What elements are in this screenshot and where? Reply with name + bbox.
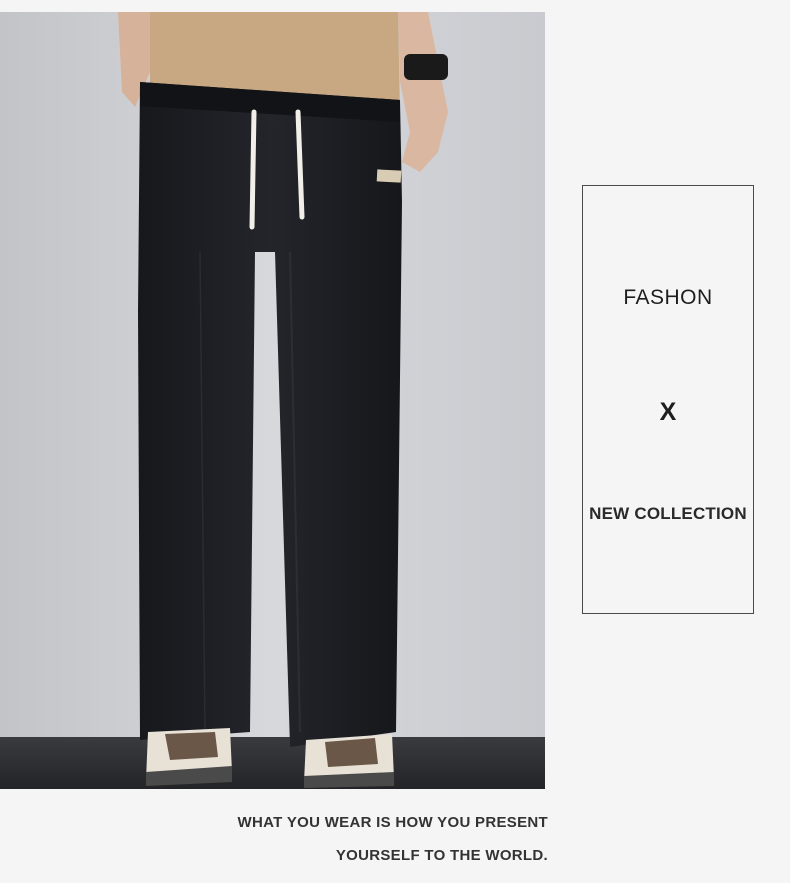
tagline-line-1: WHAT YOU WEAR IS HOW YOU PRESENT [237, 814, 548, 831]
pants-model-illustration [0, 12, 545, 789]
collection-card: FASHON X NEW COLLECTION [582, 185, 754, 614]
card-separator-x: X [659, 398, 677, 426]
product-photo [0, 12, 545, 789]
wristwatch [404, 54, 448, 80]
card-subtitle-collection: NEW COLLECTION [589, 504, 747, 523]
floor [0, 737, 545, 789]
brand-patch [376, 169, 402, 183]
drawstring-left [249, 109, 257, 230]
tagline-line-2: YOURSELF TO THE WORLD. [335, 847, 548, 864]
card-title-fashion: FASHON [623, 286, 713, 309]
